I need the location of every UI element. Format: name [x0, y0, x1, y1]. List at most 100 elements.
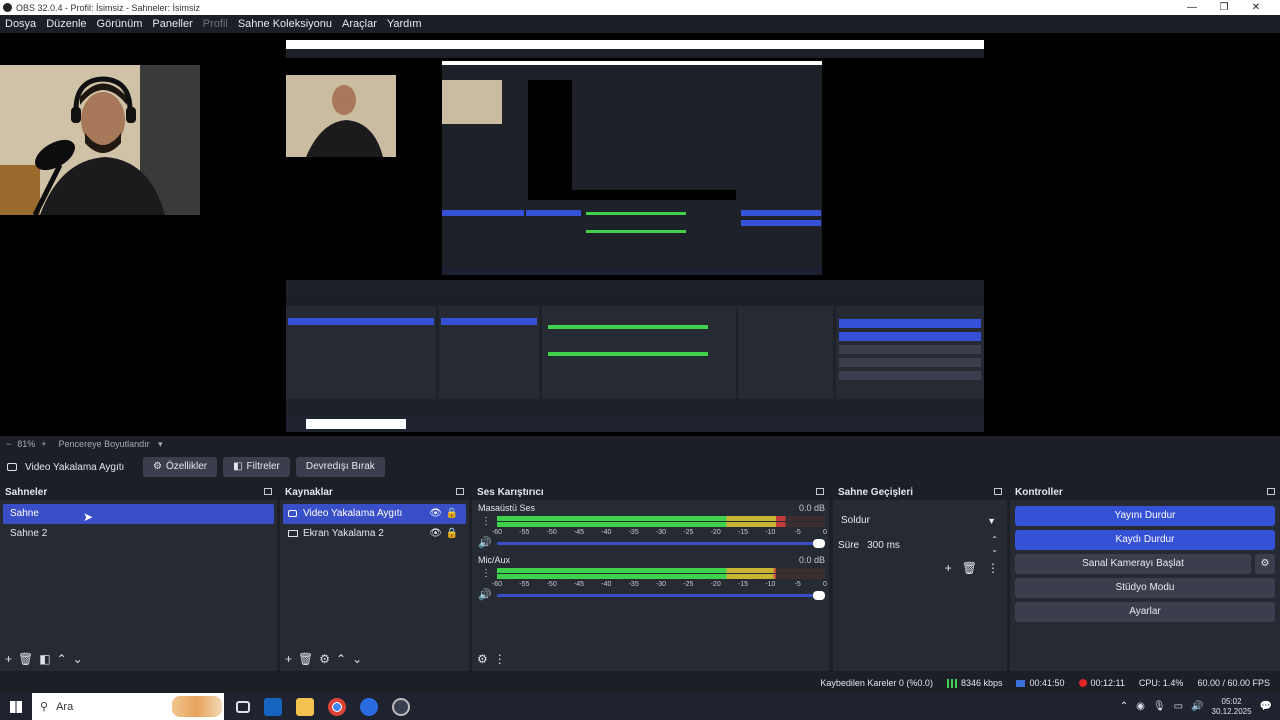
close-button[interactable]: ✕	[1240, 0, 1272, 15]
clock-date: 30.12.2025	[1211, 706, 1252, 716]
speaker-icon[interactable]: 🔊	[478, 536, 492, 549]
menu-paneller[interactable]: Paneller	[147, 18, 197, 30]
menu-yardim[interactable]: Yardım	[382, 18, 427, 30]
volume-meter	[497, 574, 825, 579]
meter-tick-label: -5	[794, 529, 801, 536]
windows-taskbar: ⚲ Ara ⌃ ◉ 🎙 ▭ 🔊 05:02 30.12.2025 💬	[0, 693, 1280, 720]
scenes-title: Sahneler	[5, 486, 48, 498]
scenes-footer: + 🗑 ◧ ⌃ ⌄	[0, 649, 277, 669]
lock-icon[interactable]: 🔒	[446, 504, 458, 524]
meter-tick-label: -55	[519, 529, 530, 536]
volume-slider-handle[interactable]	[813, 591, 825, 600]
speaker-tray-icon[interactable]: 🔊	[1191, 701, 1203, 712]
deactivate-button[interactable]: Devredışı Bırak	[295, 457, 385, 477]
channel-menu-icon[interactable]: ⋮	[481, 568, 491, 579]
transition-select[interactable]: Soldur ▼	[838, 511, 1002, 531]
scene-item[interactable]: Sahne ➤	[3, 504, 274, 524]
menu-gorunum[interactable]: Görünüm	[92, 18, 148, 30]
screen-capture-feed[interactable]	[286, 40, 984, 432]
studio-mode-button[interactable]: Stüdyo Modu	[1015, 578, 1275, 598]
move-up-icon[interactable]: ⌃	[336, 652, 346, 666]
menu-duzenle[interactable]: Düzenle	[41, 18, 91, 30]
preview-canvas[interactable]	[0, 33, 1280, 436]
notifications-icon[interactable]: 💬	[1260, 701, 1272, 712]
volume-slider[interactable]	[497, 539, 825, 548]
mic-tray-icon[interactable]: 🎙	[1153, 701, 1166, 712]
remove-source-icon[interactable]: 🗑	[298, 652, 313, 666]
add-source-icon[interactable]: +	[285, 652, 292, 666]
dropped-frames: Kaybedilen Kareler 0 (%0.0)	[820, 678, 933, 688]
transitions-dock: Sahne Geçişleri Soldur ▼ Süre 300 ms ⌃ ⌄ …	[833, 484, 1007, 671]
audio-mixer-dock: Ses Karıştırıcı Masaüstü Ses 0.0 dB ⋮ -6…	[472, 484, 829, 671]
file-explorer-icon[interactable]	[296, 697, 314, 716]
eye-icon[interactable]: 👁	[429, 524, 442, 544]
settings-button[interactable]: Ayarlar	[1015, 602, 1275, 622]
undock-icon[interactable]	[994, 488, 1002, 495]
virtual-camera-settings-button[interactable]: ⚙	[1255, 554, 1275, 574]
move-down-icon[interactable]: ⌄	[73, 652, 83, 666]
speaker-icon[interactable]: 🔊	[478, 588, 492, 601]
properties-button[interactable]: ⚙ Özellikler	[143, 457, 218, 477]
fit-to-window-dropdown[interactable]: Pencereye Boyutlandır ▾	[53, 439, 163, 450]
meter-tick-label: -35	[628, 529, 639, 536]
move-up-icon[interactable]: ⌃	[57, 652, 67, 666]
zoom-in-button[interactable]: +	[41, 439, 46, 449]
filters-button[interactable]: ◧ Filtreler	[223, 457, 290, 477]
remove-scene-icon[interactable]: 🗑	[18, 652, 33, 666]
taskbar-search-box[interactable]: ⚲ Ara	[32, 693, 224, 720]
meter-tick-label: -20	[710, 581, 721, 588]
windows-start-icon[interactable]	[10, 700, 22, 713]
undock-icon[interactable]	[816, 488, 824, 495]
add-scene-icon[interactable]: +	[5, 652, 12, 666]
obs-taskbar-icon[interactable]	[392, 697, 410, 716]
webcam-feed[interactable]	[0, 65, 200, 215]
move-down-icon[interactable]: ⌄	[352, 652, 362, 666]
stop-stream-button[interactable]: Yayını Durdur	[1015, 506, 1275, 526]
chrome-icon[interactable]	[328, 697, 346, 716]
tray-chevron-up-icon[interactable]: ⌃	[1120, 701, 1128, 712]
advanced-audio-icon[interactable]: ⚙	[477, 652, 488, 666]
mixer-title: Ses Karıştırıcı	[477, 486, 544, 498]
menu-dosya[interactable]: Dosya	[0, 18, 41, 30]
undock-icon[interactable]	[1267, 488, 1275, 495]
start-virtual-camera-button[interactable]: Sanal Kamerayı Başlat	[1015, 554, 1251, 574]
sources-dock: Kaynaklar Video Yakalama Aygıtı 👁 🔒 Ekra…	[280, 484, 469, 671]
sources-footer: + 🗑 ⚙ ⌃ ⌄	[280, 649, 469, 669]
zoom-out-button[interactable]: −	[6, 439, 11, 449]
duration-input[interactable]: 300 ms	[867, 540, 900, 551]
volume-slider[interactable]	[497, 591, 825, 600]
task-view-icon[interactable]	[236, 700, 250, 713]
lock-icon[interactable]: 🔒	[446, 524, 458, 544]
scene-filters-icon[interactable]: ◧	[39, 652, 50, 666]
eye-icon[interactable]: 👁	[429, 504, 442, 524]
transition-menu-icon[interactable]: ⋮	[987, 561, 999, 575]
undock-icon[interactable]	[264, 488, 272, 495]
meter-tick-label: -45	[573, 581, 585, 588]
source-item[interactable]: Video Yakalama Aygıtı 👁 🔒	[283, 504, 466, 524]
menu-sahne-koleksiyonu[interactable]: Sahne Koleksiyonu	[233, 18, 337, 30]
app-icon[interactable]	[360, 697, 378, 716]
duration-stepper[interactable]: ⌃ ⌄	[991, 535, 998, 555]
maximize-button[interactable]: ❐	[1208, 0, 1240, 15]
stop-record-button[interactable]: Kaydı Durdur	[1015, 530, 1275, 550]
minimize-button[interactable]: —	[1176, 0, 1208, 15]
source-item[interactable]: Ekran Yakalama 2 👁 🔒	[283, 524, 466, 544]
mixer-menu-icon[interactable]: ⋮	[494, 652, 506, 666]
remove-transition-icon[interactable]: 🗑	[962, 561, 977, 575]
channel-db: 0.0 dB	[798, 555, 825, 565]
scene-item[interactable]: Sahne 2	[3, 524, 274, 544]
network-icon[interactable]: ▭	[1174, 701, 1183, 712]
obs-app-icon	[3, 3, 12, 12]
volume-slider-handle[interactable]	[813, 539, 825, 548]
source-properties-icon[interactable]: ⚙	[319, 652, 330, 666]
undock-icon[interactable]	[456, 488, 464, 495]
clock-time: 05:02	[1221, 696, 1242, 706]
gear-icon: ⚙	[153, 461, 162, 472]
channel-menu-icon[interactable]: ⋮	[481, 516, 491, 527]
clock[interactable]: 05:02 30.12.2025	[1212, 697, 1252, 717]
menu-araclar[interactable]: Araçlar	[337, 18, 382, 30]
menu-profil[interactable]: Profil	[198, 18, 233, 30]
obs-tray-icon[interactable]: ◉	[1136, 701, 1145, 712]
add-transition-icon[interactable]: +	[945, 561, 952, 575]
outlook-icon[interactable]	[264, 697, 282, 716]
